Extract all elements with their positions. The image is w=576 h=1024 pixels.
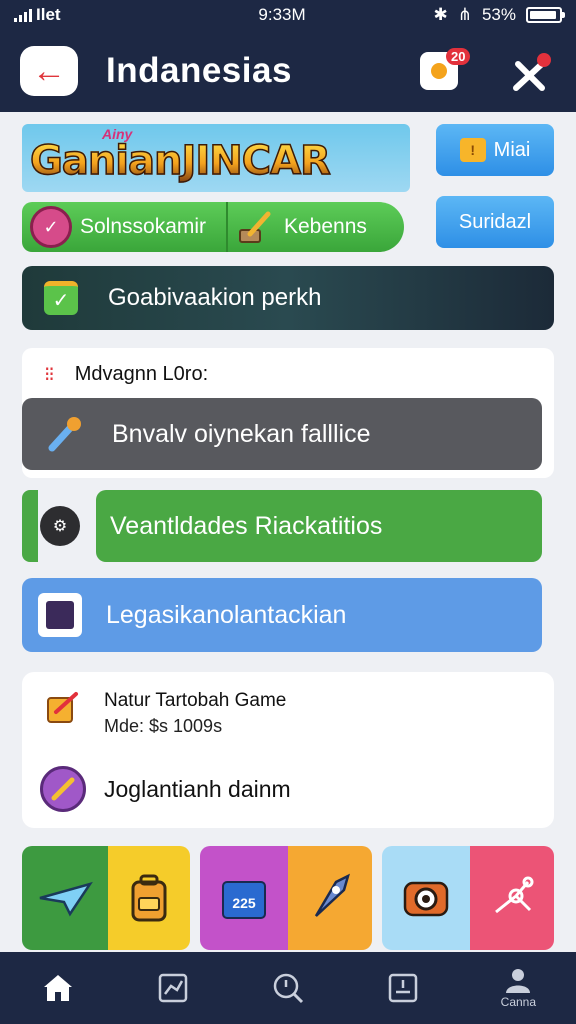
battery-percent: 53% [481,5,516,24]
menu-item-1-label: Bnvalv oiynekan falllice [112,419,371,448]
notification-badge: 20 [446,48,471,65]
checkbox-icon: ✓ [44,281,78,315]
tools-icon[interactable] [508,50,554,96]
tile-molecule[interactable] [470,846,554,950]
logo-text: GanianJINCAR [29,137,331,185]
paper-plane-icon [39,881,93,917]
dots-icon: ⁝⁝ [44,364,55,386]
signal-icon [14,8,32,22]
bottom-nav: Canna [0,952,576,1024]
nav-chart[interactable] [133,958,213,1018]
wifi-icon: ⋔ [457,5,472,24]
status-time: 9:33M [258,5,306,24]
pill-right-segment[interactable]: Kebenns [228,208,367,246]
calendar-text: 225 [232,895,256,911]
game-item-label: Joglantianh dainm [104,776,291,802]
tile-rocket[interactable] [288,846,372,950]
carrier-info: Ilet [14,5,61,25]
mini-button-label: Miai [493,138,531,161]
nav-search[interactable] [248,958,328,1018]
menu-item-3-label: Legasikanolantackian [106,600,347,629]
game-logo: Ainy GanianJINCAR [22,124,410,192]
notification-icon [431,63,447,79]
chart-icon [158,973,188,1003]
camera-icon [403,881,449,917]
activation-bar[interactable]: ✓ Goabivaakion perkh [22,266,554,330]
tile-calendar[interactable]: 225 [200,846,288,950]
settings-icon[interactable]: ⚙ [40,506,80,546]
status-bar: Ilet 9:33M ✱ ⋔ 53% [0,0,576,30]
pill-left-segment[interactable]: ✓ Solnssokamir [22,202,228,252]
header-bar: ← Indanesias 20 [0,30,576,112]
profile-icon [506,969,531,993]
nav-calendar[interactable] [363,958,443,1018]
molecule-icon [495,876,534,914]
battery-icon [526,7,565,23]
back-button[interactable]: ← [20,46,78,96]
game-card[interactable]: Natur Tartobah Game Mde: $s 1009s Joglan… [22,672,554,828]
menu-item-2-label: Veantldades Riackatitios [110,511,383,540]
clock-search-icon [273,973,304,1004]
pencil-icon [40,766,86,812]
rocket-icon [314,873,350,917]
pill-left-label: Solnssokamir [80,215,207,238]
home-icon [43,975,72,1001]
image-icon [38,593,82,637]
game-title: Natur Tartobah Game [104,690,287,711]
paintbrush-icon [239,211,271,243]
app-tiles: 225 [22,846,554,950]
menu-item-2-edge [22,490,38,562]
nav-profile[interactable]: Canna [478,958,558,1018]
edit-icon [47,692,78,723]
tile-camera[interactable] [382,846,470,950]
wrench-icon [48,417,81,452]
calendar-nav-icon [388,973,418,1003]
menu-item-2[interactable]: Veantldades Riackatitios [96,490,542,562]
lock-icon: ! [459,138,486,162]
pill-right-label: Kebenns [284,215,367,238]
soft-button[interactable]: Suridazl [436,196,554,248]
arrow-left-icon: ← [32,51,66,90]
tile-backpack[interactable] [108,846,190,950]
calendar-icon: 225 [222,881,266,919]
menu-item-3[interactable]: Legasikanolantackian [22,578,542,652]
tile-paper-plane[interactable] [22,846,108,950]
page-title: Indanesias [106,51,292,90]
bluetooth-icon: ✱ [433,5,448,24]
nav-profile-label: Canna [500,995,537,1009]
nav-home[interactable] [18,958,98,1018]
menu-heading: ⁝⁝ Mdvagnn L0ro: [44,362,208,387]
activation-bar-label: Goabivaakion perkh [108,284,322,311]
menu-item-1[interactable]: Bnvalv oiynekan falllice [22,398,542,470]
mini-button[interactable]: ! Miai [436,124,554,176]
category-pill: ✓ Solnssokamir Kebenns [22,202,404,252]
game-subtitle: Mde: $s 1009s [104,716,223,736]
soft-button-label: Suridazl [458,210,532,233]
status-right: ✱ ⋔ 53% [433,5,565,25]
carrier-name: Ilet [36,5,61,24]
heart-icon: ✓ [30,206,72,248]
backpack-icon [131,874,167,922]
menu-heading-text: Mdvagnn L0ro: [74,363,209,385]
